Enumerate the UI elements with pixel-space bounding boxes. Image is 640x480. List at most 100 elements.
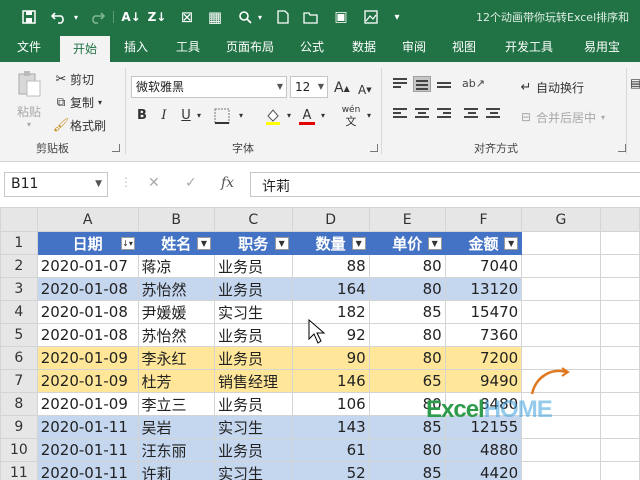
filter-dropdown-icon[interactable]: ▼ <box>351 237 366 250</box>
row-header[interactable]: 4 <box>0 300 38 324</box>
fill-color-button[interactable] <box>262 105 284 127</box>
align-right-button[interactable] <box>435 106 453 122</box>
row-header[interactable]: 3 <box>0 277 38 301</box>
tab-page-layout[interactable]: 页面布局 <box>218 33 282 62</box>
column-header[interactable]: G <box>521 207 601 232</box>
cell[interactable]: 7040 <box>444 254 523 278</box>
cell[interactable]: 7200 <box>444 346 523 370</box>
undo-dropdown-icon[interactable]: ▾ <box>71 6 81 28</box>
underline-button[interactable]: U <box>176 105 196 127</box>
borders-dropdown-icon[interactable]: ▾ <box>236 105 246 127</box>
cell[interactable] <box>521 254 601 278</box>
find-icon[interactable] <box>234 6 256 28</box>
cell[interactable]: 88 <box>291 254 370 278</box>
row-header[interactable]: 8 <box>0 392 38 416</box>
column-header-empty[interactable] <box>599 207 640 232</box>
cell[interactable]: 实习生 <box>213 300 293 324</box>
underline-dropdown-icon[interactable]: ▾ <box>194 105 204 127</box>
tab-review[interactable]: 审阅 <box>392 33 436 62</box>
more-icon[interactable]: ▾ <box>390 6 404 28</box>
cell[interactable]: 85 <box>368 415 446 439</box>
cell[interactable]: 李永红 <box>137 346 215 370</box>
column-header[interactable]: D <box>291 207 370 232</box>
cell[interactable]: 业务员 <box>213 254 293 278</box>
tab-file[interactable]: 文件 <box>6 33 52 62</box>
row-header[interactable]: 1 <box>0 231 38 255</box>
cell[interactable]: 61 <box>291 438 370 462</box>
copy-button[interactable]: ⧉ 复制 ▾ <box>52 93 102 111</box>
font-name-select[interactable]: 微软雅黑 ▼ <box>131 76 287 98</box>
cell[interactable]: 4420 <box>444 461 523 480</box>
cell[interactable]: 业务员 <box>213 438 293 462</box>
clear-icon[interactable]: ⊠ <box>176 6 198 28</box>
number-format-icon[interactable]: ▤ <box>630 76 640 90</box>
cell[interactable] <box>599 277 640 301</box>
insert-function-button[interactable]: fx <box>221 175 234 191</box>
cell[interactable] <box>521 346 601 370</box>
align-left-button[interactable] <box>391 106 409 122</box>
filter-dropdown-icon[interactable]: ▼ <box>504 237 519 250</box>
grow-font-button[interactable]: A ▲ <box>334 78 350 98</box>
cell[interactable] <box>521 277 601 301</box>
cell[interactable] <box>521 323 601 347</box>
sort-filter-icon[interactable]: ↓▾ <box>120 237 135 250</box>
cell[interactable]: 80 <box>368 277 446 301</box>
find-dropdown-icon[interactable]: ▾ <box>255 6 265 28</box>
header-cell-qty[interactable]: 数量 ▼ <box>291 231 370 255</box>
clipboard-launcher-icon[interactable] <box>112 144 120 152</box>
decrease-indent-button[interactable] <box>462 106 480 122</box>
cancel-icon[interactable]: ✕ <box>148 175 160 191</box>
cut-button[interactable]: ✂ 剪切 <box>52 70 94 88</box>
cell[interactable]: 182 <box>291 300 370 324</box>
cell[interactable]: 业务员 <box>213 323 293 347</box>
cell[interactable]: 实习生 <box>213 415 293 439</box>
cell[interactable]: 李立三 <box>137 392 215 416</box>
cell[interactable]: 许莉 <box>137 461 215 480</box>
cell[interactable]: 2020-01-09 <box>36 392 139 416</box>
redo-icon[interactable] <box>86 6 108 28</box>
font-color-button[interactable]: A <box>296 105 318 127</box>
font-launcher-icon[interactable] <box>370 144 378 152</box>
cell[interactable]: 8480 <box>444 392 523 416</box>
cell[interactable]: 80 <box>368 254 446 278</box>
cell[interactable]: 2020-01-09 <box>36 369 139 393</box>
cell[interactable]: 143 <box>291 415 370 439</box>
cell[interactable]: 7360 <box>444 323 523 347</box>
cell[interactable] <box>599 231 640 255</box>
tab-view[interactable]: 视图 <box>442 33 486 62</box>
font-size-select[interactable]: 12 ▼ <box>290 76 328 98</box>
undo-icon[interactable] <box>48 6 70 28</box>
filter-dropdown-icon[interactable]: ▼ <box>196 237 211 250</box>
header-cell-date[interactable]: 日期 ↓▾ <box>36 231 139 255</box>
cell[interactable]: 4880 <box>444 438 523 462</box>
cell[interactable]: 业务员 <box>213 392 293 416</box>
cell[interactable]: 52 <box>291 461 370 480</box>
row-header[interactable]: 2 <box>0 254 38 278</box>
cell[interactable]: 164 <box>291 277 370 301</box>
cell[interactable]: 销售经理 <box>213 369 293 393</box>
wrap-text-button[interactable]: ↵ 自动换行 <box>516 78 584 96</box>
cell[interactable]: 146 <box>291 369 370 393</box>
tab-home[interactable]: 开始 <box>60 36 110 62</box>
bold-button[interactable]: B <box>132 105 152 127</box>
name-box[interactable]: B11 ▼ <box>4 172 108 197</box>
column-header[interactable]: F <box>444 207 523 232</box>
cell[interactable]: 2020-01-11 <box>36 438 139 462</box>
cell[interactable]: 2020-01-11 <box>36 415 139 439</box>
cell[interactable]: 80 <box>368 438 446 462</box>
cell[interactable]: 15470 <box>444 300 523 324</box>
cell[interactable]: 2020-01-09 <box>36 346 139 370</box>
cell[interactable] <box>521 415 601 439</box>
select-all-corner[interactable] <box>0 207 38 232</box>
filter-dropdown-icon[interactable]: ▼ <box>274 237 289 250</box>
increase-indent-button[interactable] <box>484 106 502 122</box>
sort-asc-icon[interactable]: A↓ <box>120 6 142 28</box>
cell[interactable]: 80 <box>368 346 446 370</box>
cell[interactable]: 92 <box>291 323 370 347</box>
borders-icon[interactable]: ▦ <box>204 6 226 28</box>
row-header[interactable]: 6 <box>0 346 38 370</box>
italic-button[interactable]: I <box>154 105 174 127</box>
cell[interactable]: 80 <box>368 323 446 347</box>
row-header[interactable]: 11 <box>0 461 38 480</box>
orientation-button[interactable]: ab↗ <box>462 76 485 92</box>
